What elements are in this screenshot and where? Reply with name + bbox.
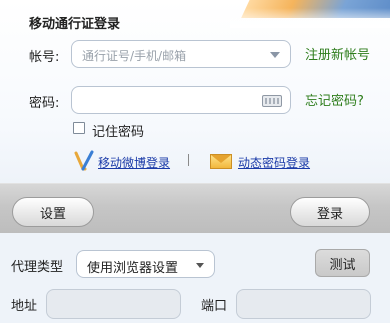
remember-password-checkbox[interactable] bbox=[73, 122, 85, 134]
mail-icon bbox=[210, 154, 232, 169]
port-label: 端口 bbox=[201, 299, 228, 314]
password-label: 密码: bbox=[29, 96, 60, 111]
proxy-type-label: 代理类型 bbox=[11, 260, 64, 275]
proxy-type-select[interactable]: 使用浏览器设置 bbox=[76, 250, 215, 278]
settings-button[interactable]: 设置 bbox=[12, 197, 94, 227]
login-title: 移动通行证登录 bbox=[29, 17, 121, 32]
address-label: 地址 bbox=[11, 299, 38, 314]
weibo-login-link[interactable]: 移动微博登录 bbox=[98, 154, 170, 171]
account-label: 帐号: bbox=[29, 50, 60, 65]
login-button[interactable]: 登录 bbox=[290, 197, 370, 227]
proxy-type-value: 使用浏览器设置 bbox=[87, 261, 179, 276]
account-input[interactable]: 通行证号/手机/邮箱 bbox=[71, 40, 291, 68]
password-input[interactable] bbox=[71, 86, 291, 114]
dynamic-password-login-link[interactable]: 动态密码登录 bbox=[238, 154, 310, 171]
remember-password-label[interactable]: 记住密码 bbox=[92, 121, 144, 140]
link-separator bbox=[188, 154, 189, 166]
register-link[interactable]: 注册新帐号 bbox=[305, 44, 370, 63]
port-input[interactable] bbox=[236, 289, 371, 319]
account-placeholder: 通行证号/手机/邮箱 bbox=[82, 49, 187, 63]
forgot-password-link[interactable]: 忘记密码? bbox=[305, 90, 364, 109]
chevron-down-icon[interactable] bbox=[270, 52, 280, 58]
address-input[interactable] bbox=[46, 289, 181, 319]
chevron-down-icon bbox=[196, 263, 204, 268]
weibo-v-icon bbox=[74, 150, 94, 171]
soft-keyboard-icon[interactable] bbox=[262, 95, 282, 107]
test-button[interactable]: 测试 bbox=[315, 249, 370, 277]
banner-fade bbox=[230, 8, 390, 28]
